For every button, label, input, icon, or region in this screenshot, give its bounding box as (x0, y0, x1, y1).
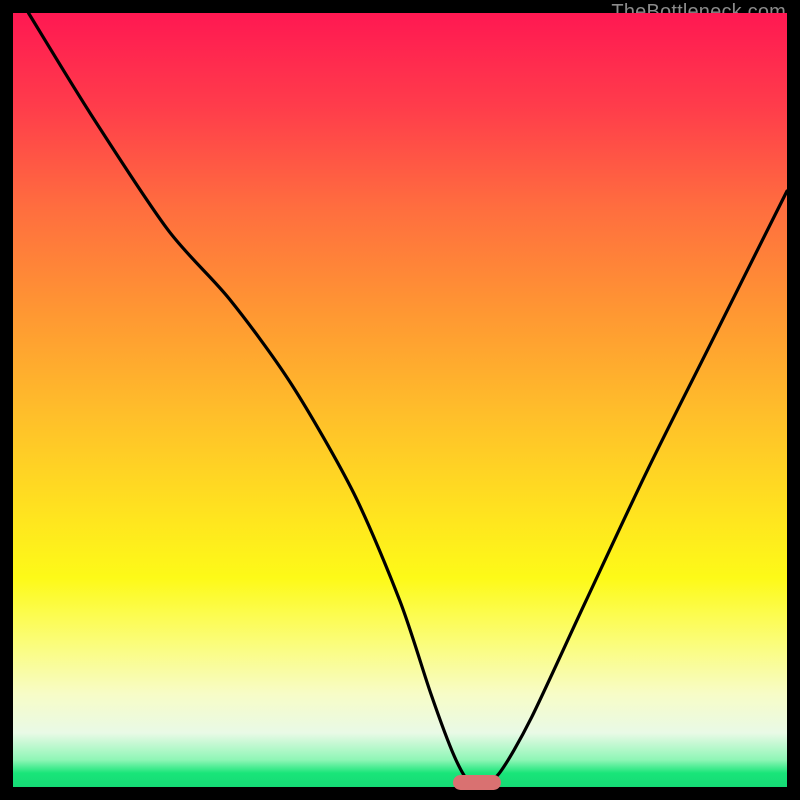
curve-path (29, 13, 788, 784)
chart-plot-area (13, 13, 787, 787)
bottleneck-curve (13, 13, 787, 787)
optimal-marker (453, 775, 501, 790)
